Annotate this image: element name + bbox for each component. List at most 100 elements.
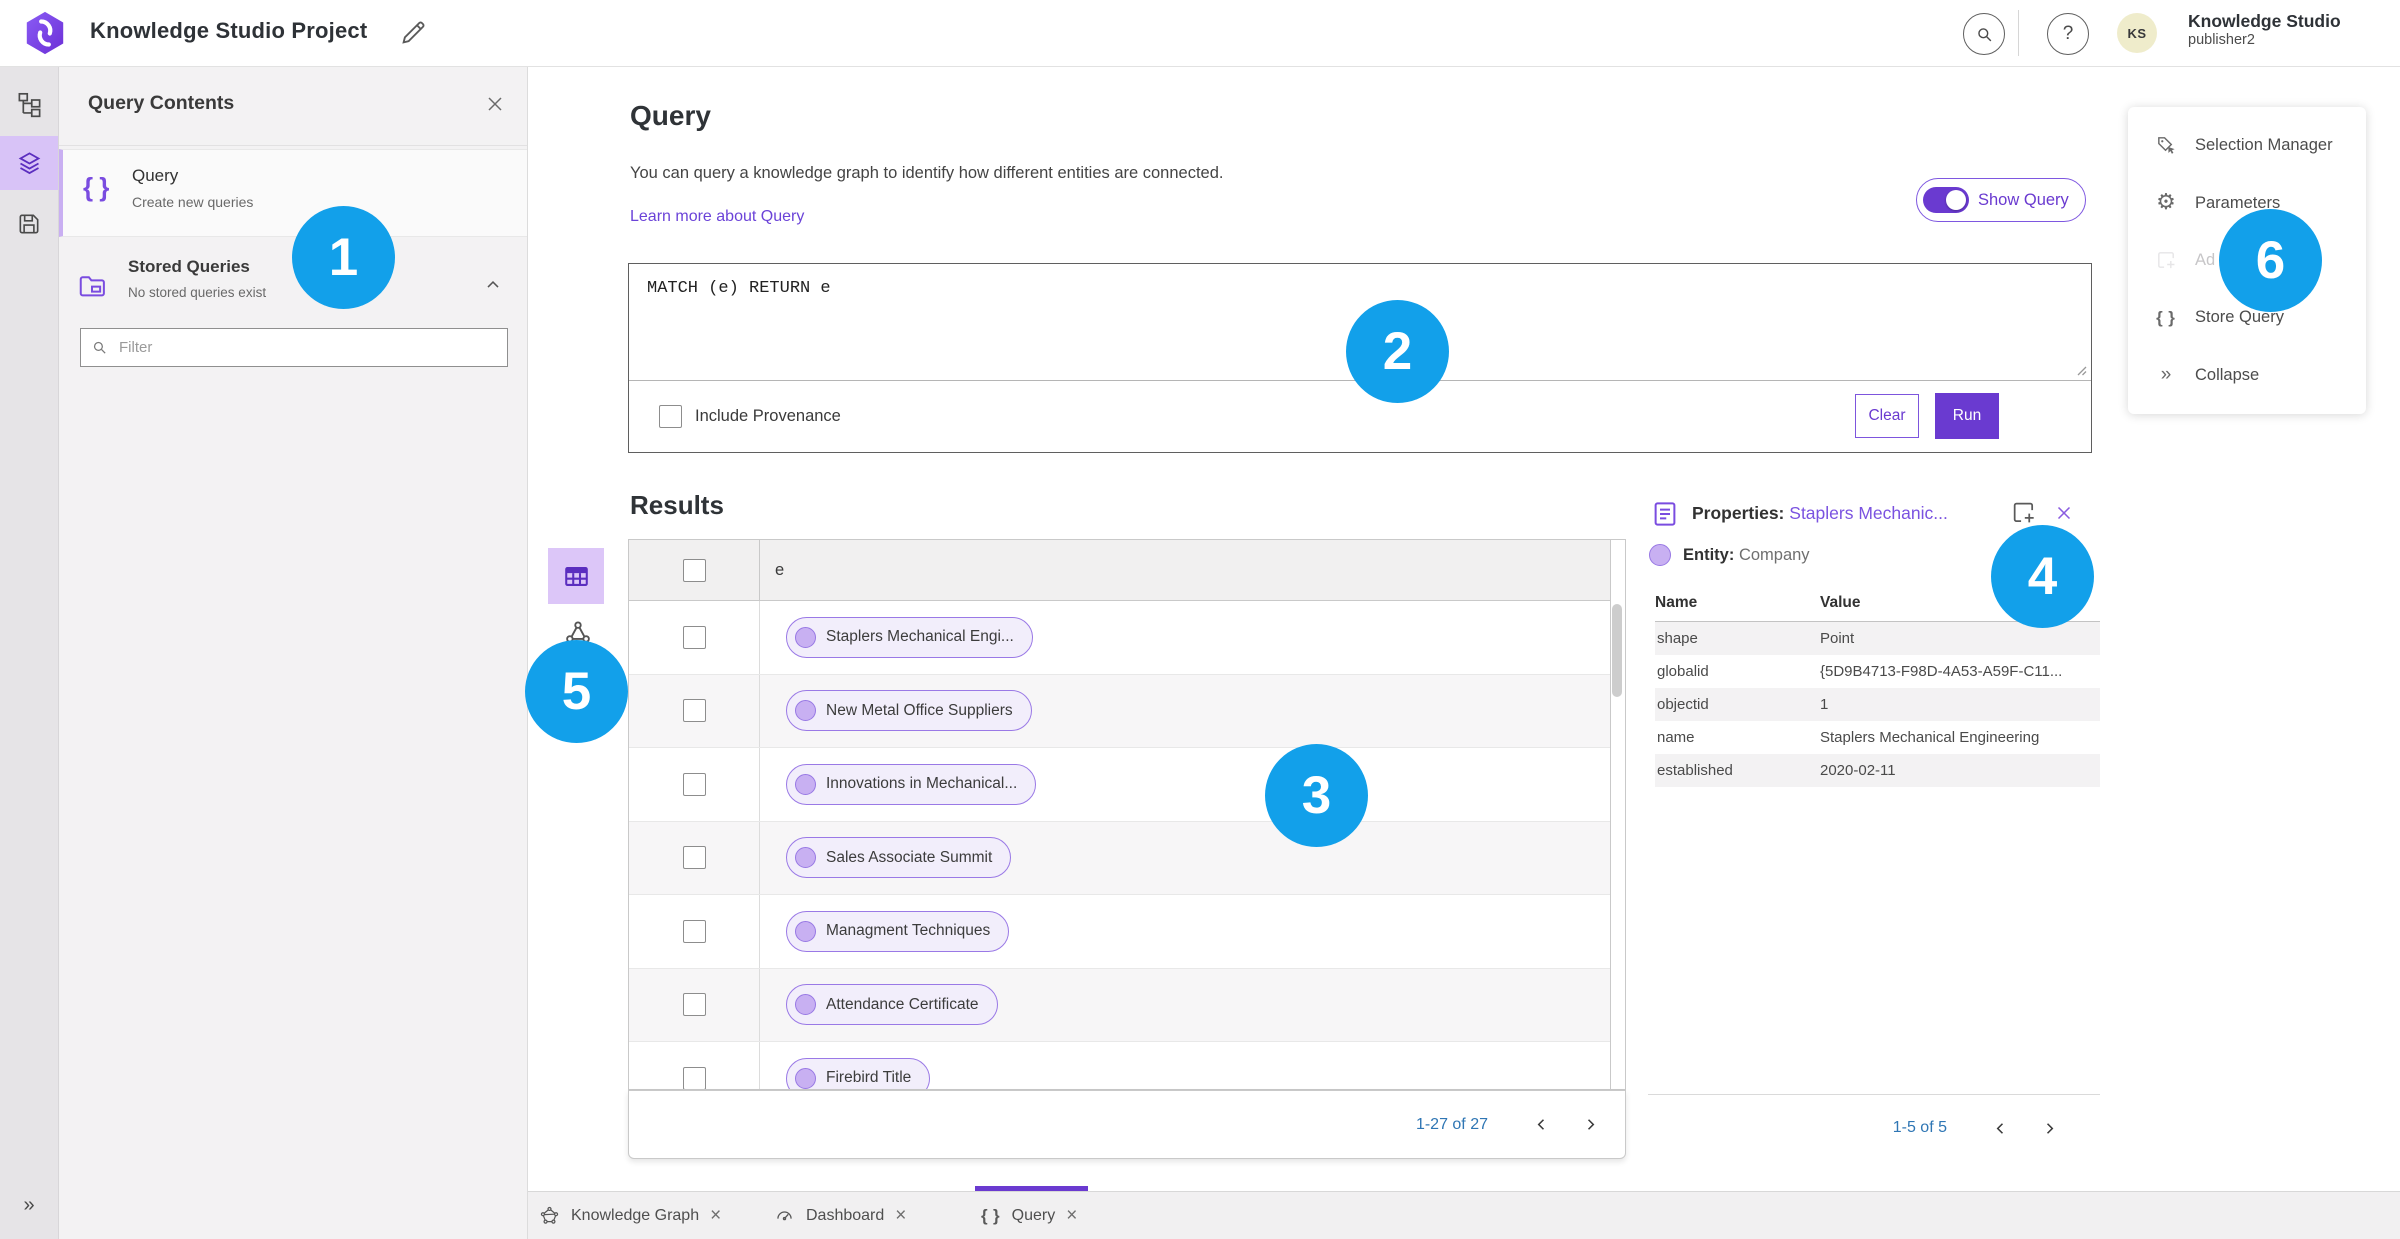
results-pagination: 1-27 of 27 [628, 1090, 1626, 1159]
column-header-name: Name [1655, 594, 1698, 611]
tab-query[interactable]: { } Query × [975, 1192, 1083, 1239]
data-model-icon [16, 91, 43, 118]
learn-more-link[interactable]: Learn more about Query [630, 208, 804, 226]
run-button[interactable]: Run [1935, 393, 1999, 439]
help-button[interactable]: ? [2047, 13, 2089, 55]
show-query-toggle[interactable]: Show Query [1916, 178, 2086, 222]
annotation-circle-5: 5 [525, 640, 628, 743]
entity-pill-label: New Metal Office Suppliers [826, 701, 1013, 719]
entity-dot-icon [795, 994, 816, 1016]
filter-input[interactable] [117, 338, 497, 357]
close-icon[interactable]: × [1066, 1206, 1077, 1225]
add-to-label: Ad [2195, 251, 2216, 270]
table-view-button[interactable] [548, 548, 604, 604]
entity-pill-label: Firebird Title [826, 1069, 912, 1087]
property-row: name Staplers Mechanical Engineering [1655, 721, 2100, 754]
selection-manager-label: Selection Manager [2195, 136, 2333, 155]
tab-knowledge-graph[interactable]: Knowledge Graph × [533, 1192, 727, 1239]
knowledge-studio-app: Knowledge Studio Project ? KS Knowledge … [0, 0, 2400, 1239]
properties-page-range: 1-5 of 5 [1892, 1119, 1947, 1136]
row-checkbox[interactable] [682, 625, 706, 649]
selection-manager-icon [2154, 134, 2178, 157]
entity-dot-icon [795, 626, 816, 648]
search-button[interactable] [1963, 13, 2005, 55]
entity-dot-icon [795, 920, 816, 942]
entity-pill-label: Attendance Certificate [826, 995, 979, 1013]
prev-page-icon[interactable] [1989, 1117, 2011, 1139]
selection-manager-button[interactable]: Selection Manager [2128, 117, 2366, 174]
results-heading: Results [630, 490, 724, 520]
entity-dot-icon [795, 1067, 816, 1089]
entity-pill[interactable]: New Metal Office Suppliers [786, 690, 1032, 732]
avatar[interactable]: KS [2117, 13, 2157, 53]
next-page-icon[interactable] [1579, 1114, 1601, 1136]
entity-pill[interactable]: Firebird Title [786, 1057, 931, 1089]
resize-handle-icon[interactable] [2075, 364, 2087, 376]
include-provenance-checkbox[interactable] [659, 404, 682, 428]
prev-page-icon[interactable] [1530, 1114, 1552, 1136]
property-row: globalid {5D9B4713-F98D-4A53-A59F-C11... [1655, 655, 2100, 688]
entity-label: Entity: [1683, 546, 1735, 564]
rail-data-model-button[interactable] [0, 77, 58, 131]
collapse-label: Collapse [2195, 365, 2260, 384]
layers-icon [16, 150, 43, 177]
network-icon [539, 1205, 560, 1226]
stored-queries-label: Stored Queries [128, 257, 250, 276]
query-description: You can query a knowledge graph to ident… [630, 164, 1224, 182]
table-row: Staplers Mechanical Engi... [629, 601, 1610, 675]
entity-pill[interactable]: Innovations in Mechanical... [786, 763, 1037, 805]
row-checkbox[interactable] [682, 1066, 706, 1089]
gear-icon: ⚙ [2156, 190, 2176, 216]
panel-close-icon[interactable] [483, 92, 507, 116]
filter-box [80, 328, 508, 367]
properties-close-icon[interactable] [2053, 502, 2077, 526]
entity-dot-icon [795, 847, 816, 869]
user-role: publisher2 [2188, 31, 2255, 48]
entity-dot-icon [795, 773, 816, 795]
select-all-checkbox[interactable] [682, 558, 706, 582]
gauge-icon [774, 1205, 795, 1226]
entity-pill-label: Innovations in Mechanical... [826, 775, 1018, 793]
entity-pill[interactable]: Staplers Mechanical Engi... [786, 616, 1033, 658]
row-checkbox[interactable] [682, 699, 706, 723]
tab-dashboard[interactable]: Dashboard × [768, 1192, 912, 1239]
rail-save-button[interactable] [0, 197, 58, 251]
topbar-divider [2018, 10, 2019, 56]
results-table: e Staplers Mechanical Engi... New Metal … [628, 539, 1626, 1090]
row-checkbox[interactable] [682, 846, 706, 870]
results-scrollbar-thumb[interactable] [1612, 604, 1622, 697]
chevron-up-icon[interactable] [483, 275, 503, 295]
entity-pill-label: Staplers Mechanical Engi... [826, 628, 1014, 646]
entity-pill[interactable]: Sales Associate Summit [786, 837, 1012, 879]
rail-layers-button[interactable] [0, 136, 58, 190]
table-row: Innovations in Mechanical... [629, 748, 1610, 822]
entity-pill[interactable]: Managment Techniques [786, 910, 1010, 952]
clear-button[interactable]: Clear [1855, 394, 1919, 438]
entity-pill[interactable]: Attendance Certificate [786, 984, 998, 1026]
panel-title: Query Contents [88, 92, 235, 114]
row-checkbox[interactable] [682, 919, 706, 943]
app-logo-icon[interactable] [22, 10, 68, 56]
edit-title-icon[interactable] [398, 18, 428, 48]
help-icon: ? [2062, 23, 2074, 44]
properties-divider [1648, 1094, 2100, 1095]
table-row: New Metal Office Suppliers [629, 674, 1610, 748]
row-checkbox[interactable] [682, 772, 706, 796]
query-heading: Query [630, 100, 711, 131]
property-value: {5D9B4713-F98D-4A53-A59F-C11... [1820, 663, 2063, 680]
properties-entity-link[interactable]: Staplers Mechanic... [1789, 503, 1948, 523]
toggle-switch [1923, 187, 1969, 213]
close-icon[interactable]: × [710, 1206, 721, 1225]
collapse-button[interactable]: » Collapse [2128, 347, 2366, 404]
properties-title-prefix: Properties: [1692, 503, 1785, 523]
entity-pill-label: Managment Techniques [826, 922, 991, 940]
table-row: Sales Associate Summit [629, 821, 1610, 895]
tab-label: Dashboard [806, 1206, 885, 1224]
sidebar-item-query[interactable]: { } Query Create new queries [59, 149, 527, 237]
close-icon[interactable]: × [895, 1206, 906, 1225]
stored-queries-sublabel: No stored queries exist [128, 285, 267, 300]
table-row: Attendance Certificate [629, 968, 1610, 1042]
row-checkbox[interactable] [682, 993, 706, 1017]
rail-expand-button[interactable]: » [0, 1185, 58, 1225]
next-page-icon[interactable] [2038, 1117, 2060, 1139]
